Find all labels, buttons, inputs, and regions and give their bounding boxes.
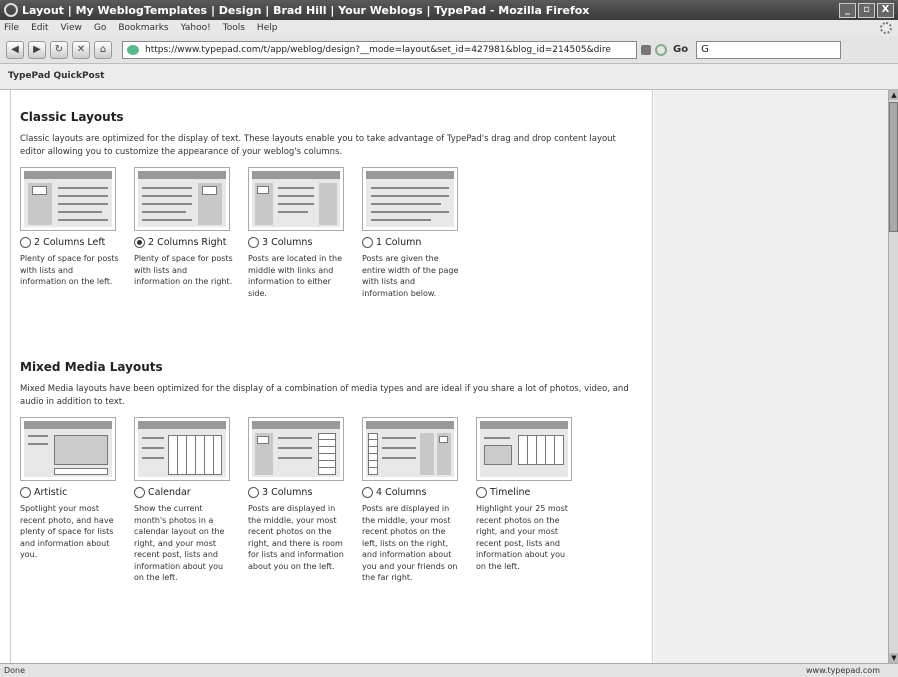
radio-timeline[interactable]	[476, 487, 487, 498]
layout-label: Calendar	[148, 487, 191, 498]
classic-layouts-section: Classic Layouts Classic layouts are opti…	[20, 110, 640, 299]
layout-4col-thumbnail[interactable]	[362, 417, 458, 481]
layout-description: Show the current month's photos in a cal…	[134, 504, 225, 582]
navigation-toolbar: ◀ ▶ ↻ ✕ ⌂ https://www.typepad.com/t/app/…	[0, 36, 898, 64]
firefox-icon	[4, 3, 18, 17]
status-text: Done	[4, 666, 26, 675]
classic-heading: Classic Layouts	[20, 110, 124, 124]
radio-3col[interactable]	[248, 237, 259, 248]
status-bar: Done www.typepad.com	[0, 663, 898, 677]
minimize-button[interactable]: _	[839, 2, 856, 18]
layout-label: 4 Columns	[376, 487, 427, 498]
layout-label: Artistic	[34, 487, 68, 498]
layout-label: 1 Column	[376, 237, 422, 248]
menu-tools[interactable]: Tools	[223, 23, 245, 33]
mixed-media-section: Mixed Media Layouts Mixed Media layouts …	[20, 360, 640, 584]
mixed-layout-options: Artistic Spotlight your most recent phot…	[20, 417, 640, 584]
layout-description: Plenty of space for posts with lists and…	[134, 254, 233, 286]
classic-layout-options: 2 Columns Left Plenty of space for posts…	[20, 167, 640, 299]
lock-icon	[641, 44, 651, 55]
status-domain: www.typepad.com	[806, 666, 880, 675]
menu-yahoo[interactable]: Yahoo!	[181, 23, 211, 33]
forward-icon[interactable]: ▶	[28, 40, 46, 59]
back-icon[interactable]: ◀	[6, 40, 24, 59]
layout-label: 3 Columns	[262, 237, 313, 248]
reload-icon[interactable]: ↻	[50, 40, 68, 59]
scroll-down-icon[interactable]: ▼	[889, 653, 898, 663]
layout-2col-left-thumbnail[interactable]	[20, 167, 116, 231]
menu-bar: File Edit View Go Bookmarks Yahoo! Tools…	[0, 20, 898, 36]
layout-description: Posts are displayed in the middle, your …	[362, 504, 458, 582]
layout-description: Posts are given the entire width of the …	[362, 254, 459, 298]
menu-go[interactable]: Go	[94, 23, 106, 33]
layout-1col-thumbnail[interactable]	[362, 167, 458, 231]
radio-3col-media[interactable]	[248, 487, 259, 498]
layout-option: 2 Columns Right Plenty of space for post…	[134, 167, 239, 299]
throbber-icon	[880, 22, 892, 34]
menu-edit[interactable]: Edit	[31, 23, 48, 33]
layout-timeline-thumbnail[interactable]	[476, 417, 572, 481]
layout-artistic-thumbnail[interactable]	[20, 417, 116, 481]
window-title: Layout | My WeblogTemplates | Design | B…	[22, 3, 590, 17]
layout-description: Spotlight your most recent photo, and ha…	[20, 504, 114, 559]
side-pane	[654, 90, 888, 663]
mixed-description: Mixed Media layouts have been optimized …	[20, 384, 629, 407]
layout-description: Posts are located in the middle with lin…	[248, 254, 342, 298]
scroll-thumb[interactable]	[889, 102, 898, 232]
radio-1col[interactable]	[362, 237, 373, 248]
layout-description: Highlight your 25 most recent photos on …	[476, 504, 568, 571]
radio-2col-left[interactable]	[20, 237, 31, 248]
layout-label: 3 Columns	[262, 487, 313, 498]
maximize-button[interactable]: ▫	[858, 2, 875, 18]
bookmarks-toolbar: TypePad QuickPost	[0, 64, 898, 90]
layout-2col-right-thumbnail[interactable]	[134, 167, 230, 231]
layout-option: Timeline Highlight your 25 most recent p…	[476, 417, 581, 584]
layout-calendar-thumbnail[interactable]	[134, 417, 230, 481]
radio-2col-right[interactable]	[134, 237, 145, 248]
classic-description: Classic layouts are optimized for the di…	[20, 134, 616, 157]
menu-file[interactable]: File	[4, 23, 19, 33]
vertical-scrollbar[interactable]: ▲ ▼	[888, 90, 898, 663]
layout-label: Timeline	[490, 487, 531, 498]
bookmark-quickpost[interactable]: TypePad QuickPost	[8, 71, 104, 81]
url-text: https://www.typepad.com/t/app/weblog/des…	[145, 44, 611, 55]
radio-4col[interactable]	[362, 487, 373, 498]
layout-description: Posts are displayed in the middle, your …	[248, 504, 344, 571]
menu-bookmarks[interactable]: Bookmarks	[118, 23, 168, 33]
page-content: Classic Layouts Classic layouts are opti…	[0, 90, 888, 663]
layout-option: Artistic Spotlight your most recent phot…	[20, 417, 125, 584]
layout-option: 4 Columns Posts are displayed in the mid…	[362, 417, 467, 584]
search-input[interactable]: G	[696, 40, 842, 59]
layout-option: 2 Columns Left Plenty of space for posts…	[20, 167, 125, 299]
layout-option: 3 Columns Posts are displayed in the mid…	[248, 417, 353, 584]
window-titlebar: Layout | My WeblogTemplates | Design | B…	[0, 0, 898, 20]
layout-3col-thumbnail[interactable]	[248, 167, 344, 231]
url-bar[interactable]: https://www.typepad.com/t/app/weblog/des…	[122, 40, 637, 59]
close-button[interactable]: X	[877, 2, 894, 18]
layout-option: Calendar Show the current month's photos…	[134, 417, 239, 584]
go-button[interactable]: Go	[673, 44, 688, 55]
scroll-up-icon[interactable]: ▲	[889, 90, 898, 100]
mixed-heading: Mixed Media Layouts	[20, 360, 163, 374]
menu-view[interactable]: View	[61, 23, 82, 33]
site-icon	[127, 44, 139, 55]
layout-option: 1 Column Posts are given the entire widt…	[362, 167, 467, 299]
radio-artistic[interactable]	[20, 487, 31, 498]
go-icon[interactable]	[655, 43, 667, 56]
layout-3col-media-thumbnail[interactable]	[248, 417, 344, 481]
menu-help[interactable]: Help	[257, 23, 278, 33]
home-icon[interactable]: ⌂	[94, 40, 112, 59]
radio-calendar[interactable]	[134, 487, 145, 498]
stop-icon[interactable]: ✕	[72, 40, 90, 59]
layout-label: 2 Columns Right	[148, 237, 227, 248]
layout-label: 2 Columns Left	[34, 237, 106, 248]
layout-option: 3 Columns Posts are located in the middl…	[248, 167, 353, 299]
layout-description: Plenty of space for posts with lists and…	[20, 254, 119, 286]
